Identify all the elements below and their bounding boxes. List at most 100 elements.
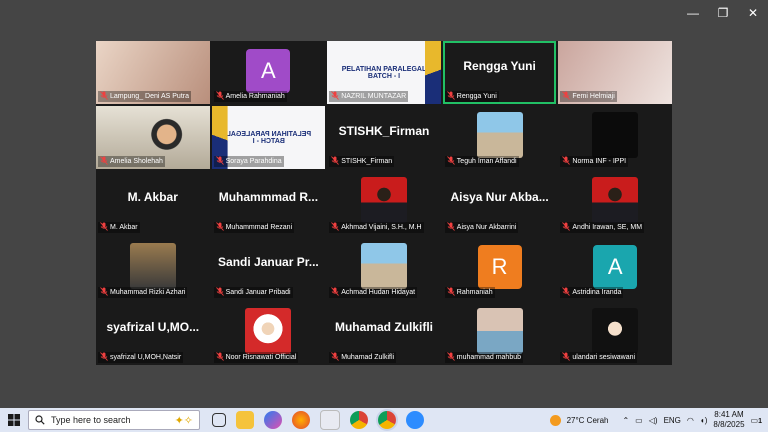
- window-controls: — ❐ ✕: [678, 0, 768, 26]
- start-button[interactable]: [0, 408, 28, 432]
- avatar: R: [477, 244, 522, 289]
- close-button[interactable]: ✕: [738, 0, 768, 26]
- language-indicator[interactable]: ENG: [664, 416, 681, 425]
- firefox-icon[interactable]: [292, 411, 310, 429]
- chrome-profile-icon[interactable]: [378, 411, 396, 429]
- participant-name-label: Muhammmad Rezani: [213, 221, 295, 233]
- volume-icon[interactable]: ◁): [649, 416, 658, 425]
- muted-mic-icon: [446, 221, 455, 233]
- participant-name-label: syafrizal U,MOH,Natsir: [98, 352, 184, 363]
- display-name-large: Muhammmad R...: [218, 189, 319, 204]
- participant-tile[interactable]: Amelia Sholehah: [96, 106, 210, 170]
- muted-mic-icon: [100, 352, 108, 363]
- copilot-icon[interactable]: [264, 411, 282, 429]
- participant-name-label: Rahmaniah: [444, 286, 495, 298]
- participant-tile[interactable]: R Rahmaniah: [442, 236, 557, 300]
- display-name-large: Aisya Nur Akba...: [450, 189, 549, 204]
- avatar: A: [593, 244, 638, 289]
- weather-text[interactable]: 27°C Cerah: [567, 416, 609, 425]
- participant-name: M. Akbar: [110, 223, 138, 231]
- participant-tile[interactable]: muhammad mahbub: [442, 301, 557, 365]
- chrome-icon[interactable]: [350, 411, 368, 429]
- participant-tile[interactable]: Muhamad Zulkifli Muhamad Zulkifli: [327, 301, 441, 365]
- display-name-large: STISHK_Firman: [338, 124, 430, 139]
- participant-name-label: STISHK_Firman: [329, 156, 395, 168]
- participant-name-label: Astridina Iranda: [560, 286, 624, 298]
- participant-tile[interactable]: M. Akbar M. Akbar: [96, 171, 210, 235]
- muted-mic-icon: [215, 91, 224, 102]
- muted-mic-icon: [562, 287, 571, 298]
- task-view-icon[interactable]: [212, 413, 226, 427]
- wifi-icon[interactable]: ◠: [687, 416, 694, 425]
- profile-photo: [476, 112, 523, 159]
- participant-name: Andhi Irawan, SE, MM: [572, 223, 643, 231]
- search-placeholder: Type here to search: [51, 415, 131, 425]
- muted-mic-icon: [562, 221, 571, 233]
- participant-name: Muhamad Zulkifli: [341, 354, 395, 361]
- participant-tile[interactable]: Muhammad Rizki Azhari: [96, 236, 210, 300]
- participant-tile[interactable]: Muhammmad R... Muhammmad Rezani: [211, 171, 326, 235]
- participant-tile[interactable]: Achmad Hudan Hidayat: [327, 236, 441, 300]
- participant-tile[interactable]: Norma INF - IPPI: [558, 106, 672, 170]
- profile-photo: [245, 307, 292, 354]
- participant-tile[interactable]: A Astridina Iranda: [558, 236, 672, 300]
- clock[interactable]: 8:41 AM 8/8/2025: [713, 410, 744, 430]
- notification-icon[interactable]: ▭1: [751, 416, 762, 425]
- taskbar-search[interactable]: Type here to search ✦✧: [28, 410, 200, 430]
- participant-name-label: Teguh Iman Affandi: [444, 156, 519, 168]
- participant-name-label: muhammad mahbub: [444, 352, 523, 363]
- file-explorer-icon[interactable]: [236, 411, 254, 429]
- participant-name: Lampung_ Deni AS Putra: [110, 93, 189, 101]
- participant-name: Soraya Parahdina: [225, 158, 282, 166]
- speaker-icon[interactable]: ◖): [700, 416, 708, 425]
- minimize-button[interactable]: —: [678, 0, 708, 26]
- muted-mic-icon: [215, 156, 224, 167]
- banner-subtitle: BATCH - I: [367, 72, 401, 80]
- muted-mic-icon: [331, 91, 340, 102]
- network-icon[interactable]: ▭: [635, 416, 643, 425]
- maximize-button[interactable]: ❐: [708, 0, 738, 26]
- zoom-icon[interactable]: [406, 411, 424, 429]
- participant-name: Muhammmad Rezani: [225, 223, 293, 231]
- participant-tile[interactable]: A Amelia Rahmaniah: [211, 41, 326, 105]
- muted-mic-icon: [331, 221, 340, 233]
- banner-stripe: [424, 41, 441, 105]
- participant-grid: Lampung_ Deni AS Putra A Amelia Rahmaniah P…: [96, 41, 672, 365]
- weather-icon: [549, 414, 561, 426]
- participant-name-label: Rengga Yuni: [444, 91, 499, 103]
- time-text: 8:41 AM: [714, 410, 744, 419]
- participant-tile[interactable]: Sandi Januar Pr... Sandi Januar Pribadi: [211, 236, 326, 300]
- participant-tile[interactable]: Teguh Iman Affandi: [442, 106, 557, 170]
- participant-name-label: ulandari sesiwawani: [560, 352, 638, 363]
- chevron-up-icon[interactable]: ⌃: [622, 416, 629, 425]
- participant-tile[interactable]: Aisya Nur Akba... Aisya Nur Akbarrini: [442, 171, 557, 235]
- participant-tile[interactable]: syafrizal U,MO... syafrizal U,MOH,Natsir: [96, 301, 210, 365]
- participant-name: Muhammad Rizki Azhari: [110, 288, 186, 296]
- profile-photo: [360, 242, 407, 289]
- participant-tile[interactable]: Noor Risnawati Official: [211, 301, 326, 365]
- participant-tile[interactable]: ulandari sesiwawani: [558, 301, 672, 365]
- participant-name: Rahmaniah: [456, 288, 493, 296]
- participant-name: Astridina Iranda: [572, 288, 622, 296]
- participant-name-label: Soraya Parahdina: [213, 156, 284, 168]
- participant-name: Amelia Sholehah: [110, 158, 163, 166]
- participant-tile[interactable]: Lampung_ Deni AS Putra: [96, 41, 210, 105]
- profile-photo: [592, 112, 639, 159]
- participant-tile[interactable]: Akhmad Vijaini, S.H., M.H: [327, 171, 441, 235]
- participant-tile[interactable]: PELATIHAN PARALEGAL BATCH - I Soraya Parah…: [211, 106, 326, 170]
- muted-mic-icon: [100, 221, 108, 233]
- participant-tile[interactable]: Femi Helmiaji: [558, 41, 672, 105]
- participant-tile[interactable]: STISHK_Firman STISHK_Firman: [327, 106, 441, 170]
- app-icon[interactable]: [320, 410, 340, 430]
- participant-name: Achmad Hudan Hidayat: [341, 288, 416, 296]
- profile-photo: [129, 242, 176, 289]
- participant-name: Aisya Nur Akbarrini: [456, 223, 517, 231]
- participant-tile[interactable]: Andhi Irawan, SE, MM: [558, 171, 672, 235]
- participant-name-label: M. Akbar: [98, 221, 140, 233]
- profile-photo: [592, 177, 639, 224]
- participant-tile[interactable]: PELATIHAN PARALEGAL BATCH - I NAZRIL MUNTA…: [327, 41, 441, 105]
- participant-name-label: Sandi Januar Pribadi: [213, 286, 293, 298]
- participant-tile[interactable]: Rengga Yuni Rengga Yuni: [442, 41, 557, 105]
- profile-photo: [592, 307, 639, 354]
- participant-name: NAZRIL MUNTAZAR: [341, 93, 407, 101]
